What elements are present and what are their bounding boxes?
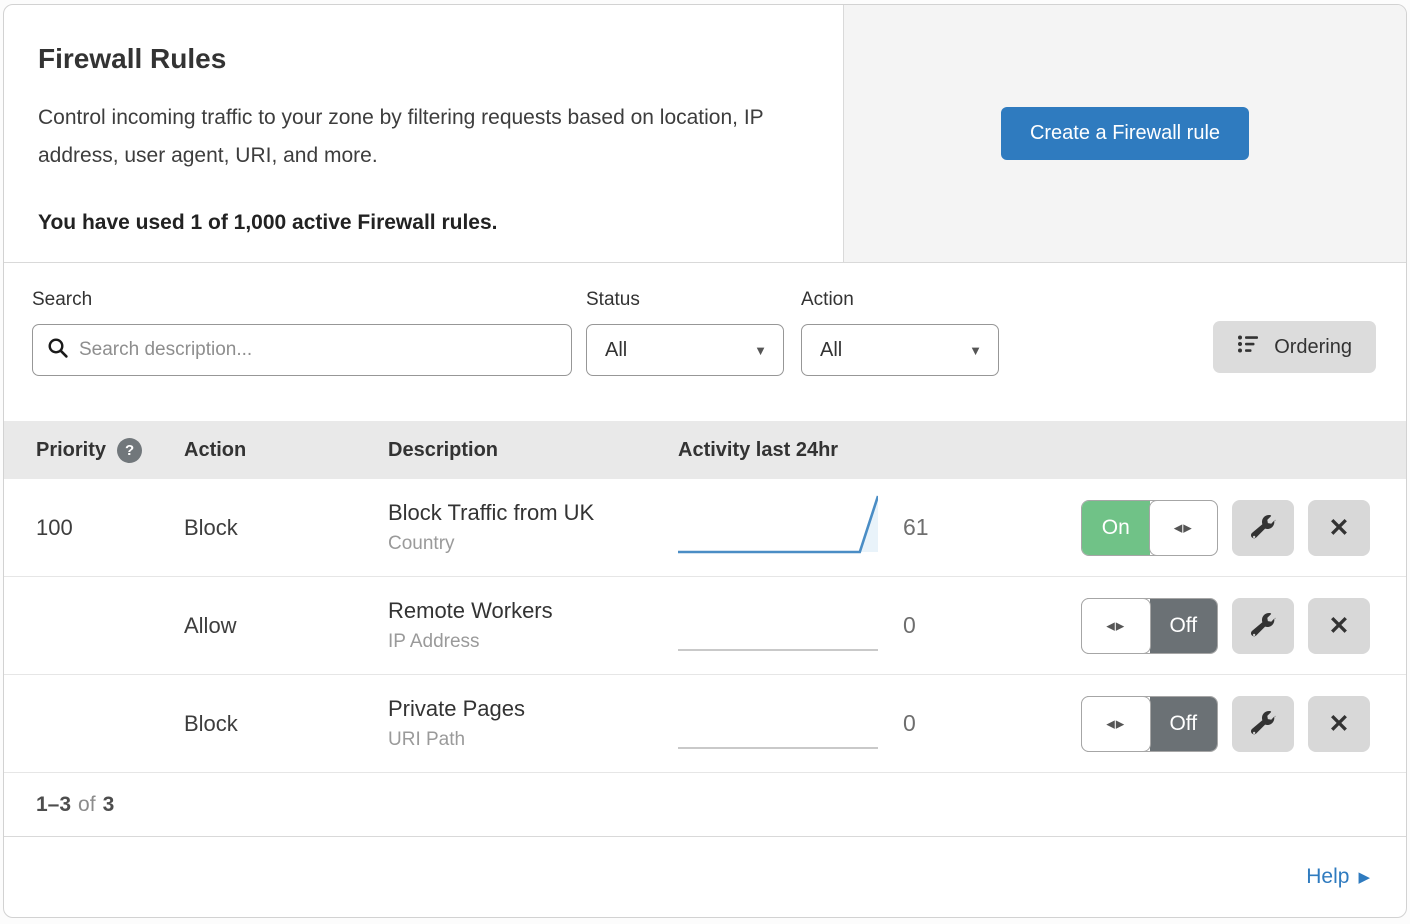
activity-sparkline (678, 586, 878, 660)
search-box (32, 324, 572, 376)
activity-count: 0 (883, 710, 973, 737)
table-row: Block Private Pages URI Path 0 Off ◂▸ ✕ (4, 675, 1406, 773)
action-selected-value: All (820, 339, 842, 362)
column-header-activity: Activity last 24hr (678, 439, 973, 462)
toggle-handle-icon: ◂▸ (1149, 500, 1219, 556)
help-link-label: Help (1306, 865, 1349, 889)
edit-rule-button[interactable] (1232, 500, 1294, 556)
toggle-state-label: On (1082, 501, 1150, 555)
status-filter-group: Status All ▼ (586, 289, 784, 376)
ordering-button[interactable]: Ordering (1213, 321, 1376, 373)
column-header-priority: Priority ? (36, 438, 184, 463)
wrench-icon (1251, 515, 1276, 540)
activity-sparkline-cell (678, 684, 883, 763)
delete-rule-button[interactable]: ✕ (1308, 500, 1370, 556)
status-selected-value: All (605, 339, 627, 362)
pagination-of-label: of (78, 793, 96, 817)
rule-action: Allow (184, 613, 388, 639)
chevron-down-icon: ▼ (754, 343, 767, 358)
rule-priority: 100 (36, 515, 184, 541)
rule-toggle[interactable]: Off ◂▸ (1081, 696, 1218, 752)
edit-rule-button[interactable] (1232, 696, 1294, 752)
column-header-description: Description (388, 439, 678, 462)
create-firewall-rule-button[interactable]: Create a Firewall rule (1001, 107, 1249, 160)
page-description: Control incoming traffic to your zone by… (38, 99, 809, 175)
header-section: Firewall Rules Control incoming traffic … (4, 5, 1406, 263)
rule-type: Country (388, 533, 678, 555)
toggle-handle-icon: ◂▸ (1081, 696, 1151, 752)
rule-description-cell: Block Traffic from UK Country (388, 500, 678, 555)
rule-description: Block Traffic from UK (388, 500, 678, 526)
rule-action: Block (184, 711, 388, 737)
header-action-panel: Create a Firewall rule (844, 5, 1406, 262)
status-label: Status (586, 289, 784, 311)
ordered-list-icon (1237, 333, 1261, 361)
help-link[interactable]: Help ▶ (1306, 865, 1370, 889)
page-title: Firewall Rules (38, 43, 809, 75)
activity-sparkline-cell (678, 586, 883, 665)
action-select[interactable]: All ▼ (801, 324, 999, 376)
table-row: 100 Block Block Traffic from UK Country … (4, 479, 1406, 577)
status-select[interactable]: All ▼ (586, 324, 784, 376)
table-body: 100 Block Block Traffic from UK Country … (4, 479, 1406, 773)
rule-description: Private Pages (388, 696, 678, 722)
table-row: Allow Remote Workers IP Address 0 Off ◂▸… (4, 577, 1406, 675)
caret-right-icon: ▶ (1358, 868, 1370, 886)
rule-type: IP Address (388, 631, 678, 653)
help-question-icon[interactable]: ? (117, 438, 142, 463)
usage-note: You have used 1 of 1,000 active Firewall… (38, 211, 809, 235)
wrench-icon (1251, 711, 1276, 736)
priority-header-label: Priority (36, 439, 106, 462)
activity-count: 61 (883, 514, 973, 541)
toggle-handle-icon: ◂▸ (1081, 598, 1151, 654)
pagination-total: 3 (103, 793, 115, 817)
close-icon: ✕ (1329, 513, 1350, 543)
rule-description-cell: Private Pages URI Path (388, 696, 678, 751)
rule-controls: On ◂▸ ✕ (973, 500, 1370, 556)
close-icon: ✕ (1329, 611, 1350, 641)
rule-controls: Off ◂▸ ✕ (973, 696, 1370, 752)
action-label: Action (801, 289, 999, 311)
edit-rule-button[interactable] (1232, 598, 1294, 654)
activity-sparkline (678, 488, 878, 562)
search-label: Search (32, 289, 572, 311)
column-header-action: Action (184, 439, 388, 462)
rule-action: Block (184, 515, 388, 541)
rule-controls: Off ◂▸ ✕ (973, 598, 1370, 654)
activity-count: 0 (883, 612, 973, 639)
search-input[interactable] (79, 339, 557, 361)
toggle-state-label: Off (1150, 697, 1218, 751)
close-icon: ✕ (1329, 709, 1350, 739)
pagination-range: 1–3 (36, 793, 71, 817)
rule-description: Remote Workers (388, 598, 678, 624)
wrench-icon (1251, 613, 1276, 638)
activity-sparkline-cell (678, 488, 883, 567)
rule-toggle[interactable]: On ◂▸ (1081, 500, 1218, 556)
action-filter-group: Action All ▼ (801, 289, 999, 376)
chevron-down-icon: ▼ (969, 343, 982, 358)
search-group: Search (32, 289, 572, 376)
toggle-state-label: Off (1150, 599, 1218, 653)
help-bar: Help ▶ (4, 837, 1406, 917)
rule-description-cell: Remote Workers IP Address (388, 598, 678, 653)
rule-type: URI Path (388, 729, 678, 751)
table-header-row: Priority ? Action Description Activity l… (4, 421, 1406, 479)
activity-sparkline (678, 684, 878, 758)
delete-rule-button[interactable]: ✕ (1308, 696, 1370, 752)
search-icon (47, 337, 69, 364)
ordering-button-label: Ordering (1274, 336, 1352, 359)
header-text-card: Firewall Rules Control incoming traffic … (4, 5, 844, 262)
firewall-rules-panel: Firewall Rules Control incoming traffic … (3, 4, 1407, 918)
delete-rule-button[interactable]: ✕ (1308, 598, 1370, 654)
pagination-bar: 1–3 of 3 (4, 773, 1406, 837)
rule-toggle[interactable]: Off ◂▸ (1081, 598, 1218, 654)
filter-bar: Search Status All ▼ Action All (4, 263, 1406, 421)
